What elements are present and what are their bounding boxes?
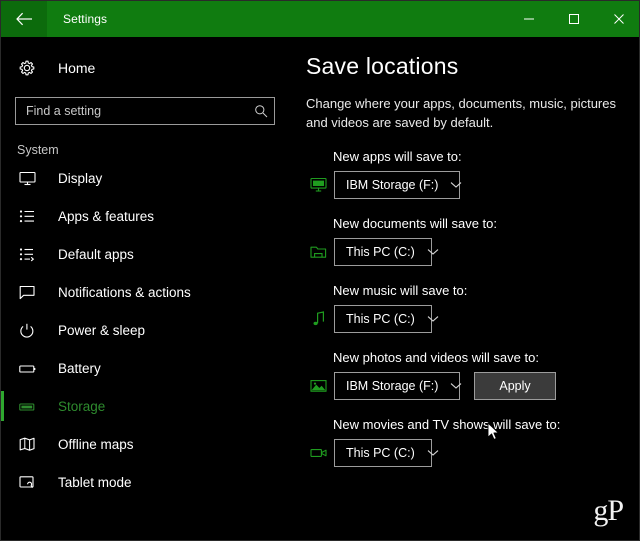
sidebar-item-label: Display	[58, 170, 103, 186]
close-icon	[613, 13, 625, 25]
save-location-row: This PC (C:)	[289, 238, 639, 266]
save-location-apps: New apps will save to: IBM Storage (F:)	[289, 149, 639, 199]
settings-window: Settings Home Find a setting System Disp…	[0, 0, 640, 541]
music-note-icon	[305, 311, 333, 327]
maximize-icon	[568, 13, 580, 25]
folder-icon	[305, 244, 333, 260]
tablet-icon	[19, 475, 41, 490]
sidebar-item-display[interactable]: Display	[1, 159, 289, 197]
dropdown-value: This PC (C:)	[346, 245, 415, 259]
maximize-button[interactable]	[551, 1, 596, 37]
picture-icon	[305, 378, 333, 394]
photos-location-dropdown[interactable]: IBM Storage (F:)	[334, 372, 462, 400]
save-location-label: New documents will save to:	[333, 216, 498, 231]
sidebar-item-battery[interactable]: Battery	[1, 349, 289, 387]
sidebar-item-label: Default apps	[58, 246, 134, 262]
apply-button[interactable]: Apply	[474, 372, 556, 400]
window-title: Settings	[63, 12, 108, 26]
dropdown-value: IBM Storage (F:)	[346, 178, 439, 192]
sidebar-item-power-sleep[interactable]: Power & sleep	[1, 311, 289, 349]
page-title: Save locations	[306, 53, 459, 79]
sidebar-item-offline-maps[interactable]: Offline maps	[1, 425, 289, 463]
chevron-down-icon	[450, 181, 462, 189]
sidebar-item-label: Battery	[58, 360, 101, 376]
save-location-photos: New photos and videos will save to: IBM …	[289, 350, 639, 400]
search-icon	[248, 104, 274, 118]
video-camera-icon	[305, 445, 333, 461]
map-icon	[19, 437, 41, 452]
save-location-row: This PC (C:)	[289, 305, 639, 333]
gear-icon	[19, 60, 41, 76]
save-location-row: This PC (C:)	[289, 439, 639, 467]
sidebar: Home System Display	[1, 37, 289, 540]
sidebar-item-home[interactable]: Home	[1, 51, 289, 85]
sidebar-item-notifications-actions[interactable]: Notifications & actions	[1, 273, 289, 311]
chevron-down-icon	[427, 315, 439, 323]
save-location-label: New apps will save to:	[333, 149, 462, 164]
back-button[interactable]	[1, 1, 47, 37]
sidebar-item-storage[interactable]: Storage	[1, 387, 289, 425]
save-location-label: New movies and TV shows will save to:	[333, 417, 561, 432]
power-icon	[19, 323, 41, 338]
dropdown-value: This PC (C:)	[346, 446, 415, 460]
sidebar-item-label: Power & sleep	[58, 322, 146, 338]
dropdown-value: This PC (C:)	[346, 312, 415, 326]
default-apps-icon	[19, 247, 41, 262]
sidebar-item-label: Apps & features	[58, 208, 155, 224]
movies-location-dropdown[interactable]: This PC (C:)	[334, 439, 439, 467]
sidebar-item-label: Storage	[58, 398, 106, 414]
sidebar-item-default-apps[interactable]: Default apps	[1, 235, 289, 273]
battery-icon	[19, 361, 41, 376]
save-location-documents: New documents will save to: This PC (C:)	[289, 216, 639, 266]
save-location-label: New music will save to:	[333, 283, 468, 298]
apps-monitor-icon	[305, 177, 333, 193]
list-icon	[19, 209, 41, 224]
page-description: Change where your apps, documents, music…	[306, 96, 616, 130]
storage-icon	[19, 399, 41, 414]
main-content: Save locations Change where your apps, d…	[289, 37, 639, 540]
apps-location-dropdown[interactable]: IBM Storage (F:)	[334, 171, 462, 199]
save-location-music: New music will save to: This PC (C:)	[289, 283, 639, 333]
home-label: Home	[58, 60, 96, 76]
back-arrow-icon	[15, 12, 33, 26]
sidebar-item-label: Tablet mode	[58, 474, 132, 490]
music-location-dropdown[interactable]: This PC (C:)	[334, 305, 439, 333]
save-location-label: New photos and videos will save to:	[333, 350, 539, 365]
minimize-icon	[523, 13, 535, 25]
dropdown-value: IBM Storage (F:)	[346, 379, 439, 393]
sidebar-group-label: System	[17, 143, 59, 157]
sidebar-item-label: Offline maps	[58, 436, 134, 452]
monitor-icon	[19, 171, 41, 186]
close-button[interactable]	[596, 1, 639, 37]
search-input[interactable]	[16, 104, 248, 118]
save-location-row: IBM Storage (F:)	[289, 171, 639, 199]
search-box[interactable]	[15, 97, 275, 125]
watermark: gP	[593, 494, 624, 527]
sidebar-item-tablet-mode[interactable]: Tablet mode	[1, 463, 289, 501]
documents-location-dropdown[interactable]: This PC (C:)	[334, 238, 439, 266]
chevron-down-icon	[427, 449, 439, 457]
chevron-down-icon	[427, 248, 439, 256]
sidebar-item-apps-features[interactable]: Apps & features	[1, 197, 289, 235]
chevron-down-icon	[450, 382, 462, 390]
speech-bubble-icon	[19, 285, 41, 300]
minimize-button[interactable]	[506, 1, 551, 37]
title-bar: Settings	[1, 1, 639, 37]
sidebar-item-label: Notifications & actions	[58, 284, 191, 300]
save-location-row: IBM Storage (F:) Apply	[289, 372, 639, 400]
save-location-movies: New movies and TV shows will save to: Th…	[289, 417, 639, 467]
